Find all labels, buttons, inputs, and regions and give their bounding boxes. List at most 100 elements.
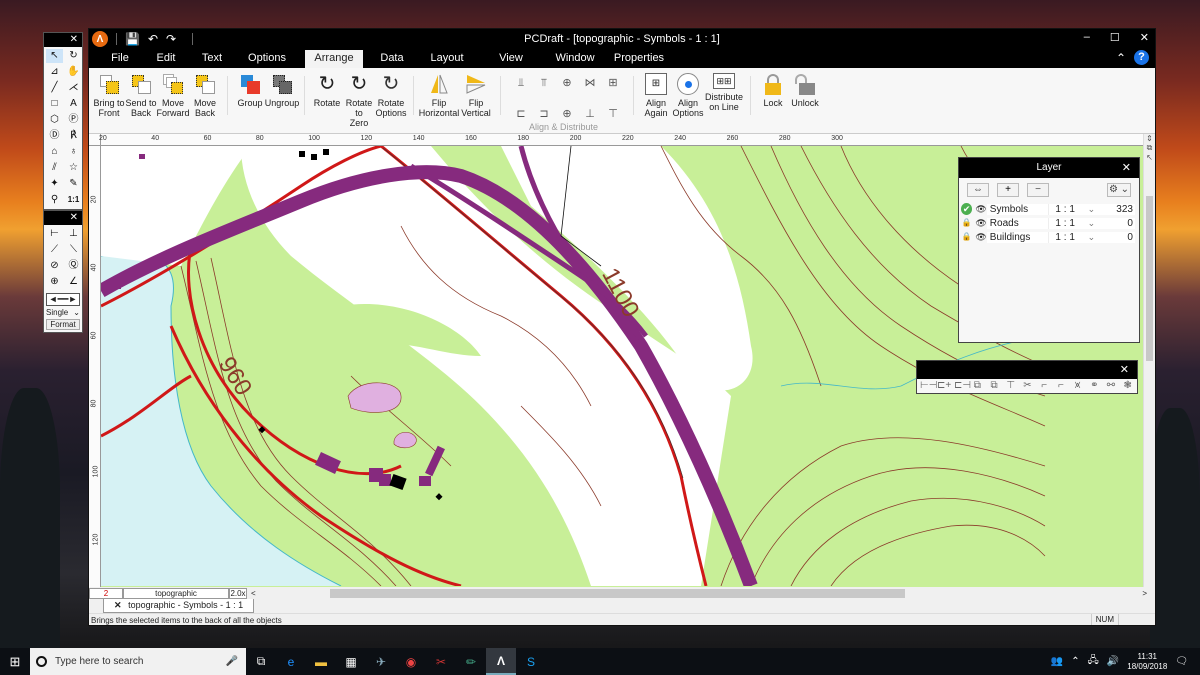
vertical-scroll-thumb[interactable] xyxy=(1146,196,1153,361)
redo-icon[interactable]: ↷ xyxy=(166,32,176,46)
align-again-button[interactable]: ⊞ Align Again xyxy=(640,73,672,133)
close-tab-icon[interactable]: ✕ xyxy=(114,600,122,610)
align-options-button[interactable]: Align Options xyxy=(672,73,704,133)
skype-icon[interactable]: S xyxy=(516,648,546,675)
dim-center-icon[interactable]: ⊕ xyxy=(46,275,63,289)
line-tool-icon[interactable]: ⊿ xyxy=(46,65,63,79)
store-icon[interactable]: ▦ xyxy=(336,648,366,675)
edit-palette-close[interactable]: ✕ xyxy=(917,361,1137,379)
flip-vertical-button[interactable]: Flip Vertical xyxy=(458,73,494,133)
rotate-tool-icon[interactable]: ↻ xyxy=(65,49,82,63)
star-tool-icon[interactable]: ☆ xyxy=(65,161,82,175)
document-tab[interactable]: ✕ topographic - Symbols - 1 : 1 xyxy=(103,599,255,613)
tab-window[interactable]: Window xyxy=(543,50,607,68)
scroll-right-button[interactable]: > xyxy=(1142,589,1147,598)
scale-tool-icon[interactable]: 1:1 xyxy=(65,193,82,207)
select-arrow-icon[interactable]: ↖ xyxy=(46,49,63,63)
close-button[interactable]: ✕ xyxy=(1140,31,1149,44)
dim-angle-icon[interactable]: ∠ xyxy=(65,275,82,289)
move-back-button[interactable]: Move Back xyxy=(189,73,221,133)
layer-panel-close[interactable]: ✕ xyxy=(1122,158,1131,178)
dim-vertical-icon[interactable]: ⊥ xyxy=(65,227,82,241)
rotate-button[interactable]: ↻ Rotate xyxy=(311,73,343,133)
tab-edit[interactable]: Edit xyxy=(143,50,189,68)
network-icon[interactable]: 🖧 xyxy=(1088,653,1099,670)
combine-icon[interactable]: ⧉ xyxy=(971,380,984,391)
layer-name[interactable]: Buildings xyxy=(986,231,1050,243)
cut-icon[interactable]: ✂ xyxy=(1021,380,1034,391)
horizontal-scrollbar[interactable] xyxy=(262,588,1137,598)
move-forward-button[interactable]: Move Forward xyxy=(157,73,190,133)
notifications-icon[interactable]: 🗨 xyxy=(1175,656,1188,667)
lock-icon[interactable]: 🔒 xyxy=(961,217,972,229)
fillet-icon[interactable]: ⌐ xyxy=(1038,380,1051,391)
rectangle-tool-icon[interactable]: □ xyxy=(46,97,63,111)
dim-slope-icon[interactable]: ⟋ xyxy=(46,243,63,257)
tab-view[interactable]: View xyxy=(479,50,543,68)
freeform-polygon-icon[interactable]: ⌂ xyxy=(46,145,63,159)
chevron-down-icon[interactable]: ⌄ xyxy=(1087,203,1103,215)
format-button[interactable]: Format xyxy=(46,319,80,330)
people-icon[interactable]: 👥 xyxy=(1051,656,1063,667)
visibility-eye-icon[interactable]: 👁 xyxy=(975,232,986,243)
pointer-icon[interactable]: ↖ xyxy=(1144,153,1155,162)
layer-row[interactable]: 🔒 👁 Buildings 1 : 1 ⌄ 0 xyxy=(961,230,1135,244)
rounded-rect-icon[interactable]: Ⓟ xyxy=(65,113,82,127)
layer-name[interactable]: Roads xyxy=(986,217,1050,229)
edge-icon[interactable]: e xyxy=(276,648,306,675)
distribute-top-icon[interactable]: ⊞ xyxy=(605,76,621,103)
file-explorer-icon[interactable]: ▬ xyxy=(306,648,336,675)
tab-options[interactable]: Options xyxy=(235,50,299,68)
add-point-icon[interactable]: ⊏+ xyxy=(937,380,951,391)
remove-layer-button[interactable]: − xyxy=(1027,183,1049,197)
bezier-tool-icon[interactable]: ♁ xyxy=(65,145,82,159)
polygon-tool-icon[interactable]: ⬡ xyxy=(46,113,63,127)
lock-button[interactable]: Lock xyxy=(757,73,789,133)
group-button[interactable]: Group xyxy=(234,73,266,133)
marker-tool-icon[interactable]: ✦ xyxy=(46,177,63,191)
tab-layout[interactable]: Layout xyxy=(415,50,479,68)
trim-icon[interactable]: ⊤ xyxy=(1004,380,1017,391)
bring-to-front-button[interactable]: Bring to Front xyxy=(93,73,125,133)
clock[interactable]: 11:31 18/09/2018 xyxy=(1127,652,1167,672)
distribute-on-line-button[interactable]: ⊞⊞ Distribute on Line xyxy=(704,73,744,133)
layer-row[interactable]: 🔒 👁 Roads 1 : 1 ⌄ 0 xyxy=(961,216,1135,230)
send-to-back-button[interactable]: Send to Back xyxy=(125,73,157,133)
app2-icon[interactable]: ✂ xyxy=(426,648,456,675)
collapse-ribbon-icon[interactable]: ⌃ xyxy=(1116,51,1126,65)
lock-icon[interactable]: 🔒 xyxy=(961,231,972,243)
dim-radius-icon[interactable]: ⊘ xyxy=(46,259,63,273)
angle-line-icon[interactable]: ⋌ xyxy=(65,81,82,95)
page-icon[interactable]: ⧉ xyxy=(1144,143,1155,153)
intersect-icon[interactable]: ⧉ xyxy=(988,380,1001,391)
app1-icon[interactable]: ✈ xyxy=(366,648,396,675)
circle-tool-icon[interactable]: Ⓓ xyxy=(46,129,63,143)
zoom-field[interactable]: 2.0x xyxy=(229,587,247,599)
dimension-mode-select[interactable]: Single ⌄ xyxy=(46,308,80,317)
distribute-bottom-icon[interactable]: ⊤ xyxy=(605,107,621,134)
visibility-eye-icon[interactable]: 👁 xyxy=(975,218,986,229)
split-view-icon[interactable]: ⇕ xyxy=(1144,134,1155,143)
minimize-button[interactable]: ‒ xyxy=(1084,31,1090,44)
tab-file[interactable]: File xyxy=(97,50,143,68)
layer-settings-button[interactable]: ⚙ ⌄ xyxy=(1107,183,1131,197)
diagonal-line-icon[interactable]: ╱ xyxy=(46,81,63,95)
visibility-eye-icon[interactable]: 👁 xyxy=(975,204,986,215)
eyedropper-icon[interactable]: ✎ xyxy=(65,177,82,191)
taskbar-search[interactable]: Type here to search 🎤 xyxy=(30,648,246,675)
layer-scale[interactable]: 1 : 1 xyxy=(1049,231,1088,243)
active-layer-icon[interactable]: ✔ xyxy=(961,203,973,215)
add-layer-button[interactable]: + xyxy=(997,183,1019,197)
page-number-field[interactable]: 2 xyxy=(89,587,123,599)
mirror-icon[interactable]: ⩙ xyxy=(1071,380,1084,391)
delete-point-icon[interactable]: ⊏⊣ xyxy=(954,380,971,391)
ungroup-button[interactable]: Ungroup xyxy=(265,73,299,133)
chrome-icon[interactable]: ◉ xyxy=(396,648,426,675)
attribute-tool-icon[interactable]: ⚲ xyxy=(46,193,63,207)
microphone-icon[interactable]: 🎤 xyxy=(226,656,238,667)
tab-data[interactable]: Data xyxy=(369,50,415,68)
dim-horizontal-icon[interactable]: ⊢ xyxy=(46,227,63,241)
flip-horizontal-button[interactable]: Flip Horizontal xyxy=(419,73,459,133)
layer-row[interactable]: ✔ 👁 Symbols 1 : 1 ⌄ 323 xyxy=(961,202,1135,216)
rotate-options-button[interactable]: ↻ Rotate Options xyxy=(375,73,407,133)
